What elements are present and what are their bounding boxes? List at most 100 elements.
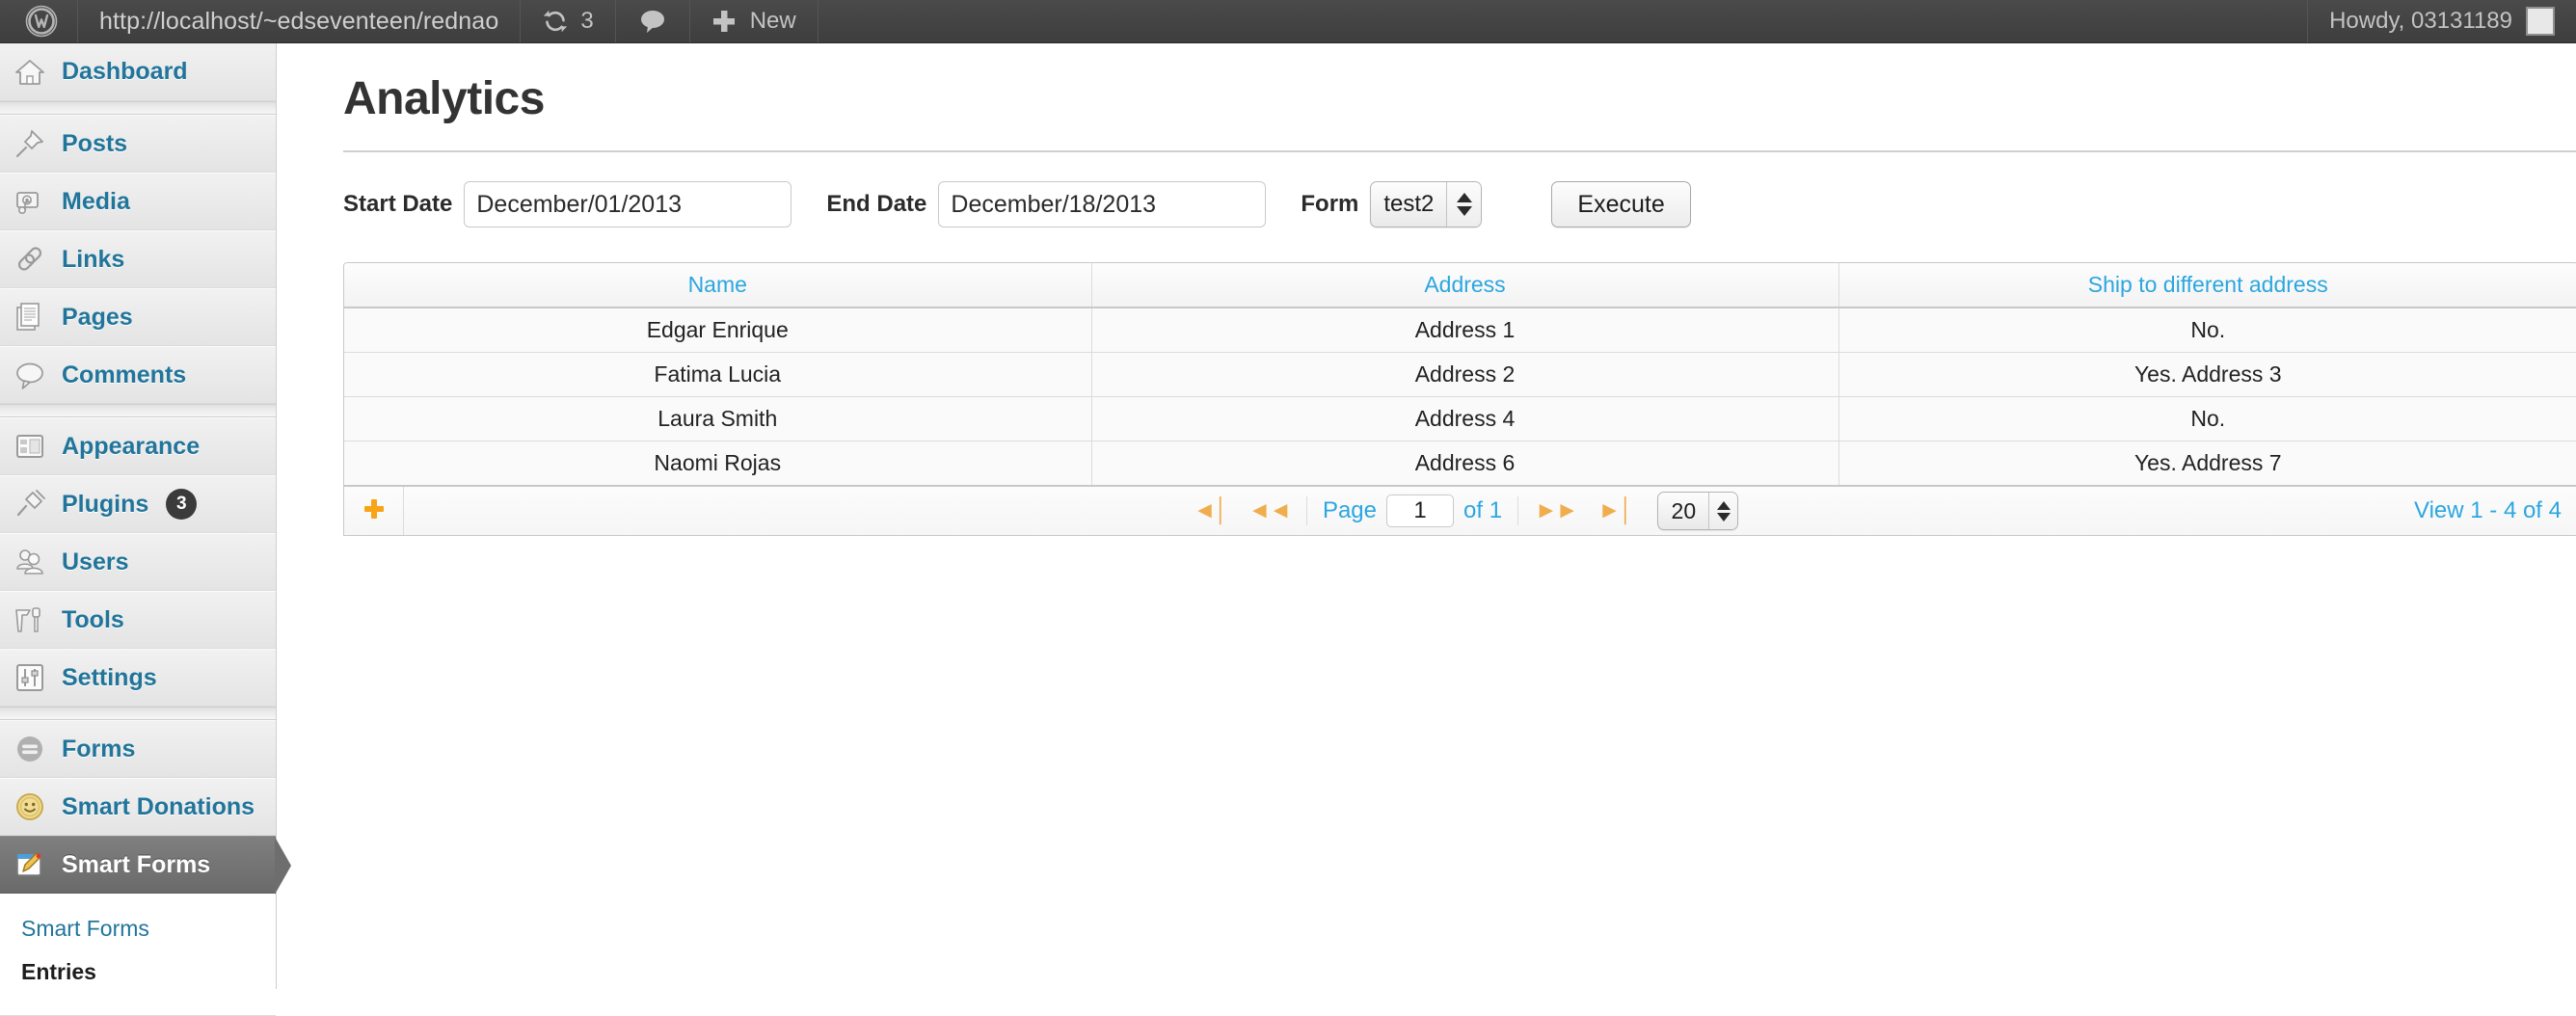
cell-address: Address 4: [1091, 396, 1839, 441]
first-page-icon[interactable]: ◄│: [1183, 497, 1238, 524]
sidebar-item-links[interactable]: Links: [0, 230, 276, 288]
sidebar-item-smart-forms[interactable]: Smart Forms: [0, 836, 291, 895]
sidebar-item-comments[interactable]: Comments: [0, 346, 276, 404]
submenu-item-smart-forms[interactable]: Smart Forms: [0, 907, 276, 950]
sidebar-divider: [0, 404, 276, 417]
sidebar-item-label: Dashboard: [62, 58, 188, 85]
plus-icon: [711, 9, 737, 34]
sidebar-item-pages[interactable]: Pages: [0, 288, 276, 346]
sidebar-item-label: Appearance: [62, 432, 201, 460]
end-date-label: End Date: [826, 191, 927, 217]
users-people-icon: [13, 546, 46, 578]
table-row[interactable]: Naomi Rojas Address 6 Yes. Address 7: [344, 441, 2576, 485]
comments-bubble-icon: [637, 8, 668, 35]
page-size-value: 20: [1671, 497, 1697, 523]
chevron-updown-icon: [1708, 493, 1738, 529]
entries-grid: Name Address Ship to different address E…: [343, 262, 2576, 536]
cell-address: Address 2: [1091, 352, 1839, 397]
cell-name: Edgar Enrique: [344, 307, 1092, 353]
sidebar-divider: [0, 707, 276, 720]
sidebar-item-plugins[interactable]: Plugins 3: [0, 475, 276, 533]
table-row[interactable]: Edgar Enrique Address 1 No.: [344, 307, 2576, 353]
column-header-ship-to-different-address[interactable]: Ship to different address: [1838, 263, 2576, 308]
plugins-update-badge: 3: [166, 489, 198, 520]
posts-pin-icon: [13, 127, 46, 160]
form-label: Form: [1301, 191, 1359, 217]
sidebar-item-settings[interactable]: Settings: [0, 649, 276, 707]
submenu-item-entries[interactable]: Entries: [0, 950, 276, 994]
cell-address: Address 6: [1091, 441, 1839, 485]
admin-bar: http://localhost/~edseventeen/rednao 3 N…: [0, 0, 2576, 43]
page-size-select[interactable]: 20: [1657, 492, 1739, 530]
account-menu[interactable]: Howdy, 03131189: [2307, 0, 2576, 42]
start-date-input[interactable]: [464, 181, 792, 227]
wordpress-logo-icon[interactable]: [0, 0, 78, 42]
settings-sliders-icon: [13, 661, 46, 694]
execute-button[interactable]: Execute: [1551, 181, 1691, 227]
entries-table: Name Address Ship to different address E…: [344, 263, 2576, 485]
updates-menu[interactable]: 3: [521, 0, 616, 42]
analytics-filter-bar: Start Date End Date Form test2 Execute: [343, 179, 2545, 229]
view-range-label[interactable]: View 1 - 4 of 4: [2414, 497, 2576, 524]
pages-document-icon: [13, 301, 46, 334]
sidebar-item-media[interactable]: Media: [0, 173, 276, 230]
forms-circle-icon: [13, 733, 46, 765]
next-page-icon[interactable]: ►►: [1524, 497, 1588, 524]
smart-forms-pencil-icon: [13, 848, 46, 881]
sidebar-item-label: Links: [62, 245, 125, 273]
links-chain-icon: [13, 243, 46, 276]
start-date-label: Start Date: [343, 191, 453, 217]
updates-icon: [542, 8, 569, 35]
page-label: Page: [1322, 497, 1378, 523]
last-page-icon[interactable]: ►│: [1588, 497, 1643, 524]
admin-bar-spacer: [818, 0, 2307, 42]
smart-donations-smiley-icon: [13, 790, 46, 823]
sidebar-item-users[interactable]: Users: [0, 533, 276, 591]
comments-menu[interactable]: [616, 0, 690, 42]
cell-address: Address 1: [1091, 307, 1839, 353]
sidebar-divider: [0, 101, 276, 115]
table-row[interactable]: Laura Smith Address 4 No.: [344, 396, 2576, 441]
cell-ship-to-different-address: Yes. Address 3: [1838, 352, 2576, 397]
page-title: Analytics: [343, 73, 545, 124]
column-header-name[interactable]: Name: [344, 263, 1092, 308]
column-header-address[interactable]: Address: [1091, 263, 1839, 308]
sidebar-item-label: Comments: [62, 361, 187, 388]
updates-count: 3: [580, 8, 594, 34]
table-row[interactable]: Fatima Lucia Address 2 Yes. Address 3: [344, 352, 2576, 397]
sidebar-item-posts[interactable]: Posts: [0, 115, 276, 173]
account-greeting: Howdy, 03131189: [2329, 8, 2512, 34]
sidebar-item-label: Plugins: [62, 490, 149, 518]
cell-name: Fatima Lucia: [344, 352, 1092, 397]
media-camera-icon: [13, 185, 46, 218]
sidebar-item-label: Tools: [62, 605, 124, 633]
title-divider: [343, 150, 2576, 152]
grid-footer: ◄│ ◄◄ Page of 1 ►► ►│ 20 View 1 - 4 of 4: [344, 485, 2576, 535]
form-select-value: test2: [1383, 191, 1435, 217]
sidebar-item-label: Pages: [62, 303, 133, 331]
previous-page-icon[interactable]: ◄◄: [1237, 497, 1301, 524]
page-number-input[interactable]: [1386, 495, 1455, 527]
plugins-plug-icon: [13, 488, 46, 521]
dashboard-home-icon: [13, 56, 46, 89]
add-entry-button[interactable]: [344, 487, 404, 535]
new-content-label: New: [749, 8, 796, 34]
sidebar-item-label: Forms: [62, 735, 136, 762]
appearance-layout-icon: [13, 430, 46, 463]
cell-ship-to-different-address: No.: [1838, 396, 2576, 441]
main-content: Analytics Start Date End Date Form test2…: [278, 43, 2576, 989]
comments-bubble-icon: [13, 359, 46, 391]
sidebar-item-dashboard[interactable]: Dashboard: [0, 43, 276, 101]
form-select[interactable]: test2: [1370, 181, 1483, 227]
sidebar-item-tools[interactable]: Tools: [0, 591, 276, 649]
sidebar-item-label: Settings: [62, 663, 157, 691]
sidebar-item-smart-donations[interactable]: Smart Donations: [0, 778, 276, 836]
sidebar-item-forms[interactable]: Forms: [0, 720, 276, 778]
cell-name: Naomi Rojas: [344, 441, 1092, 485]
new-content-menu[interactable]: New: [690, 0, 818, 42]
admin-sidebar: Dashboard Posts Media Links Pages Commen…: [0, 43, 291, 1016]
avatar-icon: [2526, 7, 2555, 36]
end-date-input[interactable]: [938, 181, 1267, 227]
sidebar-item-appearance[interactable]: Appearance: [0, 417, 276, 475]
site-url-link[interactable]: http://localhost/~edseventeen/rednao: [78, 0, 522, 42]
